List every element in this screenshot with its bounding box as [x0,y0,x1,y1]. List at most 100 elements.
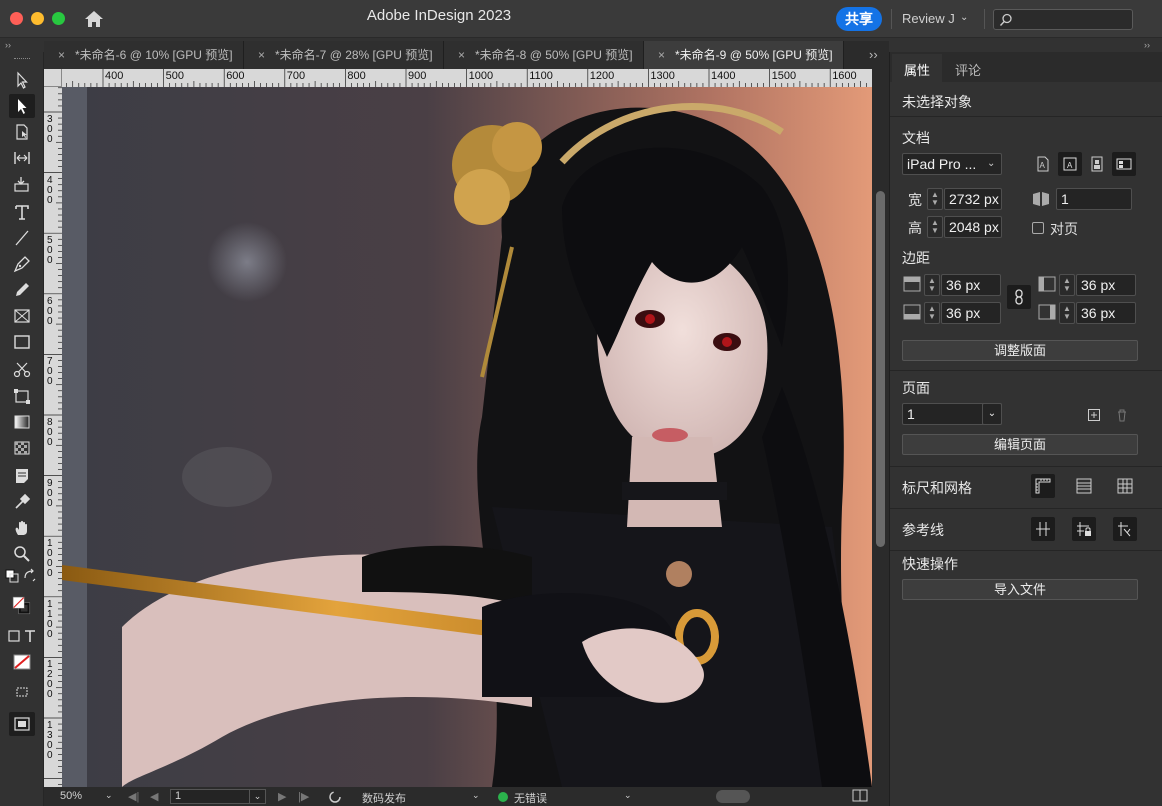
share-button[interactable]: 共享 [836,7,882,31]
add-page-icon[interactable] [1082,403,1106,427]
chevron-down-icon[interactable]: ⌄ [982,403,1002,425]
close-tab-icon[interactable]: × [258,48,265,62]
page-dropdown-icon[interactable]: ⌄ [249,789,266,804]
gradient-feather-tool-icon[interactable] [9,436,35,460]
preflight-status[interactable]: 无错误 [514,790,547,806]
chevron-down-icon[interactable]: ⌄ [472,790,480,801]
eyedropper-tool-icon[interactable] [9,490,35,514]
height-field[interactable]: 2048 px [944,216,1002,238]
page-tool-icon[interactable] [9,120,35,144]
vertical-scrollbar[interactable] [872,69,889,787]
pencil-tool-icon[interactable] [9,278,35,302]
split-view-icon[interactable] [852,789,868,805]
width-field[interactable]: 2732 px [944,188,1002,210]
horizontal-ruler[interactable]: 400 500 600 700 800 900 1000 1100 1200 1300 1400 15… [62,69,872,87]
first-page-icon[interactable]: ◀| [128,790,139,803]
close-tab-icon[interactable]: × [458,48,465,62]
zoom-level[interactable]: 50% [60,790,82,802]
last-page-icon[interactable]: |▶ [298,790,309,803]
ruler-origin[interactable] [44,69,62,87]
apply-none-icon[interactable] [9,650,35,674]
previous-page-icon[interactable]: ◀ [150,790,158,803]
formatting-text-icon[interactable] [22,628,38,644]
hand-tool-icon[interactable] [9,516,35,540]
pen-tool-icon[interactable] [9,252,35,276]
toggle-rulers-icon[interactable] [1031,474,1055,498]
show-guides-icon[interactable] [1031,517,1055,541]
margin-right-stepper[interactable]: ▲ ▼ [1059,302,1075,324]
next-page-icon[interactable]: ▶ [278,790,286,803]
tab-document-9[interactable]: × *未命名-9 @ 50% [GPU 预览] [644,41,844,69]
zoom-window-button[interactable] [52,12,65,25]
page-landscape-icon[interactable] [1112,152,1136,176]
vertical-ruler[interactable]: 300 400 500 600 700 800 900 1000 1100 1200 1300 [44,87,62,787]
landscape-orientation-icon[interactable]: A [1058,152,1082,176]
import-file-button[interactable]: 导入文件 [902,579,1138,600]
pages-count-field[interactable]: 1 [1056,188,1132,210]
margin-top-field[interactable]: 36 px [941,274,1001,296]
margin-left-field[interactable]: 36 px [1076,274,1136,296]
margin-top-stepper[interactable]: ▲ ▼ [924,274,940,296]
facing-pages-checkbox[interactable] [1032,222,1044,234]
placed-photo-image[interactable] [62,87,872,787]
chevron-down-icon[interactable]: ⌄ [624,790,632,801]
chevron-down-icon[interactable]: ⌄ [960,12,968,23]
close-window-button[interactable] [10,12,23,25]
vertical-scroll-thumb[interactable] [876,191,885,547]
note-tool-icon[interactable] [9,464,35,488]
collapse-panel-icon[interactable]: ›› [1144,40,1150,50]
height-stepper[interactable]: ▲ ▼ [927,216,943,238]
more-tabs-icon[interactable]: ›› [869,47,878,62]
scissors-tool-icon[interactable] [9,358,35,382]
content-collector-tool-icon[interactable] [9,172,35,196]
search-input[interactable] [993,9,1133,30]
tab-document-8[interactable]: × *未命名-8 @ 50% [GPU 预览] [444,41,644,69]
document-grid-icon[interactable] [1113,474,1137,498]
edit-page-button[interactable]: 编辑页面 [902,434,1138,455]
zoom-tool-icon[interactable] [9,542,35,566]
tab-comments[interactable]: 评论 [955,60,981,79]
free-transform-tool-icon[interactable] [9,384,35,408]
baseline-grid-icon[interactable] [1072,474,1096,498]
type-tool-icon[interactable] [9,200,35,224]
margin-right-field[interactable]: 36 px [1076,302,1136,324]
portrait-orientation-icon[interactable]: A [1031,152,1055,176]
swap-fill-stroke-icon[interactable] [22,568,38,584]
chevron-down-icon[interactable]: ⌄ [105,790,113,801]
adjust-layout-button[interactable]: 调整版面 [902,340,1138,361]
rectangle-tool-icon[interactable] [9,330,35,354]
rectangle-frame-tool-icon[interactable] [9,304,35,328]
toolbar-grip[interactable] [14,58,30,61]
collapse-toolbar-icon[interactable]: ›› [5,40,11,50]
link-margins-icon[interactable] [1007,285,1031,309]
horizontal-scroll-thumb[interactable] [716,790,750,803]
margin-bottom-field[interactable]: 36 px [941,302,1001,324]
default-fill-stroke-icon[interactable] [4,568,20,584]
selection-tool-icon[interactable] [9,94,35,118]
formatting-container-icon[interactable] [6,628,22,644]
minimize-window-button[interactable] [31,12,44,25]
preflight-profile[interactable]: 数码发布 [362,790,406,806]
home-icon[interactable] [83,9,105,29]
user-menu[interactable]: Review J [902,11,955,26]
fill-stroke-swatches-icon[interactable] [4,588,40,624]
delete-page-icon[interactable] [1110,403,1134,427]
margin-left-stepper[interactable]: ▲ ▼ [1059,274,1075,296]
gap-tool-icon[interactable] [9,146,35,170]
page-portrait-icon[interactable] [1085,152,1109,176]
line-tool-icon[interactable] [9,226,35,250]
screen-mode-icon[interactable] [9,712,35,736]
lock-guides-icon[interactable] [1072,517,1096,541]
width-stepper[interactable]: ▲ ▼ [927,188,943,210]
page-number-field[interactable]: 1 [170,789,250,804]
margin-bottom-stepper[interactable]: ▲ ▼ [924,302,940,324]
smart-guides-icon[interactable] [1113,517,1137,541]
document-canvas[interactable] [62,87,872,787]
close-tab-icon[interactable]: × [658,48,665,62]
chevron-down-icon[interactable]: ⌄ [987,158,995,169]
gradient-swatch-tool-icon[interactable] [9,410,35,434]
view-mode-icon[interactable] [9,680,35,704]
tab-document-6[interactable]: × *未命名-6 @ 10% [GPU 预览] [44,41,244,69]
direct-selection-tool-icon[interactable] [9,68,35,92]
tab-document-7[interactable]: × *未命名-7 @ 28% [GPU 预览] [244,41,444,69]
